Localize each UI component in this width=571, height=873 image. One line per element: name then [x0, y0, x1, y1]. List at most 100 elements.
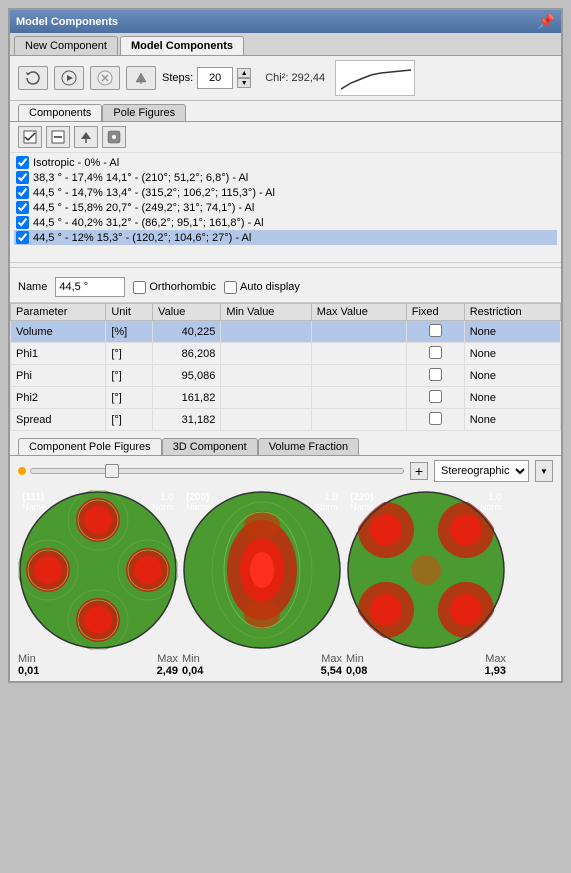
comp-checkbox-2[interactable] [16, 186, 29, 199]
param-fixed-4[interactable] [406, 409, 464, 431]
col-fixed: Fixed [406, 304, 464, 321]
param-min-1 [221, 343, 311, 365]
comp-label-4: 44,5 ° - 40,2% 31,2° - (86,2°; 95,1°; 16… [33, 217, 264, 229]
pf-max-1: Max5,54 [321, 653, 342, 677]
add-pf-button[interactable]: + [410, 462, 428, 480]
slider-thumb[interactable] [105, 464, 119, 478]
comp-item-1[interactable]: 38,3 ° - 17,4% 14,1° - (210°; 51,2°; 6,8… [14, 170, 557, 185]
tab-component-pole-figures[interactable]: Component Pole Figures [18, 438, 162, 455]
bottom-tabs: Component Pole Figures 3D Component Volu… [10, 435, 561, 456]
pf-name-label-2: Name [350, 502, 374, 512]
col-parameter: Parameter [11, 304, 106, 321]
orthorhombic-checkbox[interactable] [133, 281, 146, 294]
pf-bottom-2: Min0,08Max1,93 [346, 653, 506, 677]
tab-new-component[interactable]: New Component [14, 36, 118, 55]
param-name-0: Volume [11, 321, 106, 343]
pole-figures-row: (111)1,0NameNormMin0,01Max2,49 (200)1,0N… [10, 486, 561, 681]
param-row-1[interactable]: Phi1[°]86,208None [11, 343, 561, 365]
refresh-button[interactable] [18, 66, 48, 90]
comp-checkbox-1[interactable] [16, 171, 29, 184]
param-fixed-0[interactable] [406, 321, 464, 343]
export-icon [133, 70, 149, 86]
comp-label-5: 44,5 ° - 12% 15,3° - (120,2°; 104,6°; 27… [33, 232, 251, 244]
chi-box: Chi²: 292,44 [265, 60, 415, 96]
auto-display-checkbox[interactable] [224, 281, 237, 294]
play-button[interactable] [54, 66, 84, 90]
steps-input[interactable] [197, 67, 233, 89]
auto-display-label[interactable]: Auto display [224, 281, 300, 294]
param-value-1: 86,208 [153, 343, 221, 365]
tab-components[interactable]: Components [18, 104, 102, 121]
param-value-2: 95,086 [153, 365, 221, 387]
param-value-3: 161,82 [153, 387, 221, 409]
comp-checkbox-3[interactable] [16, 201, 29, 214]
fixed-checkbox-0[interactable] [429, 324, 442, 337]
move-up-button[interactable] [74, 126, 98, 148]
comp-label-2: 44,5 ° - 14,7% 13,4° - (315,2°; 106,2°; … [33, 187, 275, 199]
pin-icon[interactable]: 📌 [538, 13, 555, 30]
pole-figure-0: (111)1,0NameNormMin0,01Max2,49 [18, 490, 178, 677]
projection-select[interactable]: Stereographic Equal Area [434, 460, 529, 482]
param-restriction-3: None [464, 387, 560, 409]
comp-item-2[interactable]: 44,5 ° - 14,7% 13,4° - (315,2°; 106,2°; … [14, 185, 557, 200]
param-row-3[interactable]: Phi2[°]161,82None [11, 387, 561, 409]
pf-norm-2: 1,0 [488, 492, 502, 503]
param-restriction-0: None [464, 321, 560, 343]
comp-label-3: 44,5 ° - 15,8% 20,7° - (249,2°; 31°; 74,… [33, 202, 254, 214]
param-min-3 [221, 387, 311, 409]
pf-max-0: Max2,49 [157, 653, 178, 677]
param-max-4 [311, 409, 406, 431]
pf-title-2: (220) [350, 492, 373, 503]
param-unit-0: [%] [106, 321, 153, 343]
refresh-icon [25, 70, 41, 86]
steps-spinner: ▲ ▼ [237, 68, 251, 88]
pf-name-label-0: Name [22, 502, 46, 512]
comp-checkbox-5[interactable] [16, 231, 29, 244]
fixed-checkbox-4[interactable] [429, 412, 442, 425]
fixed-checkbox-3[interactable] [429, 390, 442, 403]
steps-down[interactable]: ▼ [237, 78, 251, 88]
param-restriction-1: None [464, 343, 560, 365]
settings-button[interactable] [102, 126, 126, 148]
comp-label-1: 38,3 ° - 17,4% 14,1° - (210°; 51,2°; 6,8… [33, 172, 248, 184]
tab-volume-fraction[interactable]: Volume Fraction [258, 438, 359, 455]
steps-up[interactable]: ▲ [237, 68, 251, 78]
tab-pole-figures[interactable]: Pole Figures [102, 104, 186, 121]
tab-3d-component[interactable]: 3D Component [162, 438, 258, 455]
param-fixed-3[interactable] [406, 387, 464, 409]
col-min-value: Min Value [221, 304, 311, 321]
stop-button[interactable] [90, 66, 120, 90]
param-fixed-2[interactable] [406, 365, 464, 387]
slider-track[interactable] [30, 468, 404, 474]
comp-item-4[interactable]: 44,5 ° - 40,2% 31,2° - (86,2°; 95,1°; 16… [14, 215, 557, 230]
param-value-0: 40,225 [153, 321, 221, 343]
comp-item-0[interactable]: Isotropic - 0% - Al [14, 155, 557, 170]
name-row: Name Orthorhombic Auto display [10, 272, 561, 303]
fixed-checkbox-1[interactable] [429, 346, 442, 359]
projection-dropdown-arrow[interactable]: ▼ [535, 460, 553, 482]
param-section: Parameter Unit Value Min Value Max Value… [10, 303, 561, 431]
uncheck-all-button[interactable] [46, 126, 70, 148]
orthorhombic-label[interactable]: Orthorhombic [133, 281, 216, 294]
param-fixed-1[interactable] [406, 343, 464, 365]
fixed-checkbox-2[interactable] [429, 368, 442, 381]
param-row-0[interactable]: Volume[%]40,225 None [11, 321, 561, 343]
chi-chart [335, 60, 415, 96]
param-value-4: 31,182 [153, 409, 221, 431]
comp-item-3[interactable]: 44,5 ° - 15,8% 20,7° - (249,2°; 31°; 74,… [14, 200, 557, 215]
comp-checkbox-4[interactable] [16, 216, 29, 229]
pf-min-2: Min0,08 [346, 653, 367, 677]
check-all-button[interactable] [18, 126, 42, 148]
export-button[interactable] [126, 66, 156, 90]
name-input[interactable] [55, 277, 125, 297]
tab-model-components[interactable]: Model Components [120, 36, 244, 55]
param-unit-2: [°] [106, 365, 153, 387]
param-min-2 [221, 365, 311, 387]
comp-checkbox-0[interactable] [16, 156, 29, 169]
param-row-4[interactable]: Spread[°]31,182None [11, 409, 561, 431]
param-row-2[interactable]: Phi[°]95,086None [11, 365, 561, 387]
comp-item-5[interactable]: 44,5 ° - 12% 15,3° - (120,2°; 104,6°; 27… [14, 230, 557, 245]
param-restriction-4: None [464, 409, 560, 431]
steps-label: Steps: [162, 72, 193, 84]
pf-norm-word-1: Norm [316, 502, 338, 512]
